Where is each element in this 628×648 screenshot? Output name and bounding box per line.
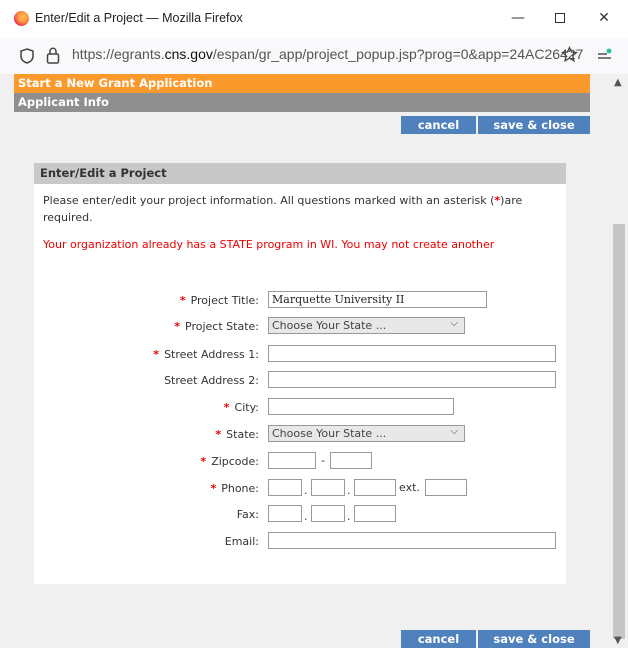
chevron-down-icon: ⌵ — [450, 426, 458, 437]
scroll-up-arrow-icon[interactable]: ▲ — [614, 77, 622, 88]
scrollbar-thumb[interactable] — [613, 224, 625, 639]
cancel-button-bottom[interactable]: cancel — [401, 630, 476, 648]
lock-icon[interactable] — [46, 47, 60, 64]
required-asterisk: * — [153, 348, 160, 361]
state-row: * State: Choose Your State ... ⌵ — [34, 425, 566, 445]
label-text: Street Address 1: — [164, 348, 259, 361]
maximize-button[interactable] — [540, 4, 580, 32]
zip-extension-input[interactable] — [330, 452, 372, 469]
phone-separator: . — [347, 484, 351, 497]
url-text[interactable]: https://egrants.cns.gov/espan/gr_app/pro… — [72, 46, 583, 62]
error-message: Your organization already has a STATE pr… — [43, 238, 495, 251]
required-asterisk: * — [174, 320, 181, 333]
city-input[interactable] — [268, 398, 454, 415]
save-close-button-bottom[interactable]: save & close — [478, 630, 590, 648]
ext-label: ext. — [399, 481, 420, 494]
zip-separator: - — [321, 454, 325, 467]
new-application-bar: Start a New Grant Application — [14, 74, 590, 93]
vertical-scrollbar[interactable]: ▲ ▼ — [610, 74, 628, 648]
email-row: Email: — [34, 532, 566, 552]
street2-input[interactable] — [268, 371, 556, 388]
tracking-shield-icon[interactable] — [20, 48, 34, 64]
zipcode-label: * Zipcode: — [200, 455, 259, 468]
label-text: Zipcode: — [211, 455, 259, 468]
maximize-icon — [555, 13, 565, 23]
street2-row: Street Address 2: — [34, 371, 566, 391]
project-title-input[interactable]: Marquette University II — [268, 291, 487, 308]
label-text: City: — [234, 401, 259, 414]
fax-separator: . — [347, 510, 351, 523]
chevron-down-icon: ⌵ — [450, 318, 458, 329]
instructions-text: Please enter/edit your project informati… — [43, 192, 543, 226]
cancel-button-top[interactable]: cancel — [401, 116, 476, 134]
phone-label: * Phone: — [210, 482, 259, 495]
zipcode-row: * Zipcode: - — [34, 452, 566, 472]
street1-row: * Street Address 1: — [34, 345, 566, 365]
select-value: Choose Your State ... — [272, 319, 387, 332]
required-asterisk: * — [215, 428, 222, 441]
minimize-button[interactable]: — — [498, 4, 538, 32]
label-text: Phone: — [221, 482, 259, 495]
project-title-row: * Project Title: Marquette University II — [34, 291, 566, 311]
zipcode-input[interactable] — [268, 452, 316, 469]
project-state-label: * Project State: — [174, 320, 259, 333]
firefox-logo-icon — [14, 11, 29, 26]
url-prefix: https://egrants. — [72, 46, 165, 62]
project-panel: Enter/Edit a Project Please enter/edit y… — [34, 163, 566, 584]
phone-prefix-input[interactable] — [311, 479, 345, 496]
required-asterisk: * — [179, 294, 186, 307]
street1-input[interactable] — [268, 345, 556, 362]
label-text: Project State: — [185, 320, 259, 333]
required-asterisk: * — [223, 401, 230, 414]
phone-area-input[interactable] — [268, 479, 302, 496]
url-suffix: /espan/gr_app/project_popup.jsp?prog=0&a… — [212, 46, 584, 62]
street2-label: Street Address 2: — [164, 374, 259, 387]
fax-area-input[interactable] — [268, 505, 302, 522]
fax-line-input[interactable] — [354, 505, 396, 522]
close-window-button[interactable]: ✕ — [584, 4, 624, 32]
select-value: Choose Your State ... — [272, 427, 387, 440]
fax-prefix-input[interactable] — [311, 505, 345, 522]
required-asterisk: * — [200, 455, 207, 468]
project-title-label: * Project Title: — [180, 294, 259, 307]
window-titlebar: Enter/Edit a Project — Mozilla Firefox —… — [0, 0, 628, 38]
applicant-info-bar: Applicant Info — [14, 93, 590, 112]
city-row: * City: — [34, 398, 566, 418]
page-content: Start a New Grant Application Applicant … — [0, 74, 610, 648]
label-text: Project Title: — [190, 294, 259, 307]
panel-title: Enter/Edit a Project — [34, 163, 566, 184]
window-title: Enter/Edit a Project — Mozilla Firefox — [35, 11, 243, 25]
city-label: * City: — [224, 401, 259, 414]
street1-label: * Street Address 1: — [153, 348, 259, 361]
phone-row: * Phone: . . ext. — [34, 479, 566, 499]
url-domain: cns.gov — [164, 46, 213, 62]
fax-separator: . — [304, 510, 308, 523]
extensions-menu-icon[interactable] — [597, 48, 613, 62]
save-close-button-top[interactable]: save & close — [478, 116, 590, 134]
fax-row: Fax: . . — [34, 505, 566, 525]
state-label: * State: — [215, 428, 259, 441]
project-state-select[interactable]: Choose Your State ... ⌵ — [268, 317, 465, 334]
scroll-down-arrow-icon[interactable]: ▼ — [614, 635, 622, 646]
project-state-row: * Project State: Choose Your State ... ⌵ — [34, 317, 566, 337]
email-label: Email: — [224, 535, 259, 548]
required-asterisk: * — [210, 482, 217, 495]
state-select[interactable]: Choose Your State ... ⌵ — [268, 425, 465, 442]
phone-line-input[interactable] — [354, 479, 396, 496]
phone-separator: . — [304, 484, 308, 497]
email-input[interactable] — [268, 532, 556, 549]
label-text: State: — [226, 428, 259, 441]
instructions-part-1: Please enter/edit your project informati… — [43, 194, 495, 207]
fax-label: Fax: — [236, 508, 259, 521]
phone-ext-input[interactable] — [425, 479, 467, 496]
bookmark-star-icon[interactable] — [561, 46, 578, 63]
